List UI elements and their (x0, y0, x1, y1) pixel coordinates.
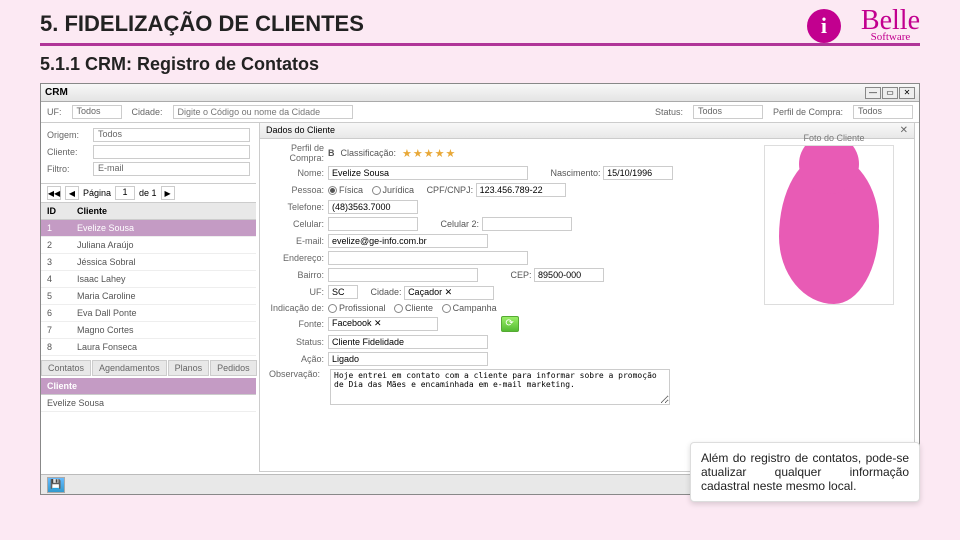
photo-box: Foto do Cliente (764, 133, 904, 305)
page-subtitle: 5.1.1 CRM: Registro de Contatos (40, 46, 920, 81)
pager-first-icon[interactable]: ◀◀ (47, 186, 61, 200)
table-row[interactable]: 8Laura Fonseca (41, 339, 256, 356)
email-field[interactable] (328, 234, 488, 248)
uf-field[interactable] (328, 285, 358, 299)
tab-pedidos[interactable]: Pedidos (210, 360, 257, 376)
star-icon: ★★★★★ (402, 147, 456, 160)
table-row[interactable]: 4Isaac Lahey (41, 271, 256, 288)
minimize-icon[interactable]: — (865, 87, 881, 99)
nome-field[interactable] (328, 166, 528, 180)
perfil-select[interactable]: Todos (853, 105, 913, 119)
status-field[interactable] (328, 335, 488, 349)
radio-fisica[interactable] (328, 186, 337, 195)
radio-profissional[interactable] (328, 304, 337, 313)
cliente-input[interactable] (93, 145, 250, 159)
table-row[interactable]: 6Eva Dall Ponte (41, 305, 256, 322)
endereco-field[interactable] (328, 251, 528, 265)
window-title: CRM (45, 87, 68, 98)
celular-field[interactable] (328, 217, 418, 231)
page-title: 5. FIDELIZAÇÃO DE CLIENTES (40, 11, 364, 41)
tab-contatos[interactable]: Contatos (41, 360, 91, 376)
origem-select[interactable]: Todos (93, 128, 250, 142)
filtro-select[interactable]: E-mail (93, 162, 250, 176)
observacao-field[interactable]: Hoje entrei em contato com a cliente par… (330, 369, 670, 405)
panel-title: Dados do Cliente (266, 125, 335, 136)
close-icon[interactable]: ✕ (899, 87, 915, 99)
fonte-field[interactable] (328, 317, 438, 331)
window-titlebar: CRM — ▭ ✕ (41, 84, 919, 102)
client-table: IDCliente 1Evelize Sousa2Juliana Araújo3… (41, 203, 256, 356)
status-select[interactable]: Todos (693, 105, 763, 119)
client-photo[interactable] (764, 145, 894, 305)
pager-next-icon[interactable]: ▶ (161, 186, 175, 200)
tab-agendamentos[interactable]: Agendamentos (92, 360, 167, 376)
radio-cliente[interactable] (394, 304, 403, 313)
cidade-field[interactable] (404, 286, 494, 300)
telefone-field[interactable] (328, 200, 418, 214)
page-header: 5. FIDELIZAÇÃO DE CLIENTES i BelleSoftwa… (0, 0, 960, 81)
brand-logo: BelleSoftware (861, 8, 920, 43)
cep-field[interactable] (534, 268, 604, 282)
pager: ◀◀ ◀ Página 1 de 1 ▶ (41, 183, 256, 203)
acao-field[interactable] (328, 352, 488, 366)
nascimento-field[interactable] (603, 166, 673, 180)
left-panel: Origem:Todos Cliente: Filtro:E-mail ◀◀ ◀… (41, 124, 256, 412)
maximize-icon[interactable]: ▭ (882, 87, 898, 99)
pager-prev-icon[interactable]: ◀ (65, 186, 79, 200)
page-input[interactable]: 1 (115, 186, 135, 200)
uf-select[interactable]: Todos (72, 105, 122, 119)
header-right: i BelleSoftware (807, 8, 920, 43)
cidade-input[interactable] (173, 105, 353, 119)
table-row[interactable]: 7Magno Cortes (41, 322, 256, 339)
table-row[interactable]: 5Maria Caroline (41, 288, 256, 305)
save-button[interactable]: 💾 (47, 477, 65, 493)
help-tooltip: Além do registro de contatos, pode-se at… (690, 442, 920, 502)
celular2-field[interactable] (482, 217, 572, 231)
radio-juridica[interactable] (372, 186, 381, 195)
top-filter-row: UF: Todos Cidade: Status: Todos Perfil d… (41, 102, 919, 123)
sub-table: Cliente Evelize Sousa (41, 378, 256, 412)
radio-campanha[interactable] (442, 304, 451, 313)
info-icon[interactable]: i (807, 9, 841, 43)
list-item[interactable]: Evelize Sousa (41, 395, 256, 412)
crm-window: CRM — ▭ ✕ UF: Todos Cidade: Status: Todo… (40, 83, 920, 495)
refresh-icon[interactable]: ⟳ (501, 316, 519, 332)
table-row[interactable]: 3Jéssica Sobral (41, 254, 256, 271)
tab-planos[interactable]: Planos (168, 360, 210, 376)
detail-tabs: ContatosAgendamentosPlanosPedidos (41, 360, 256, 376)
bairro-field[interactable] (328, 268, 478, 282)
table-row[interactable]: 1Evelize Sousa (41, 220, 256, 237)
client-detail-panel: Dados do Cliente ✕ Foto do Cliente Perfi… (259, 122, 915, 472)
cpf-field[interactable] (476, 183, 566, 197)
table-row[interactable]: 2Juliana Araújo (41, 237, 256, 254)
